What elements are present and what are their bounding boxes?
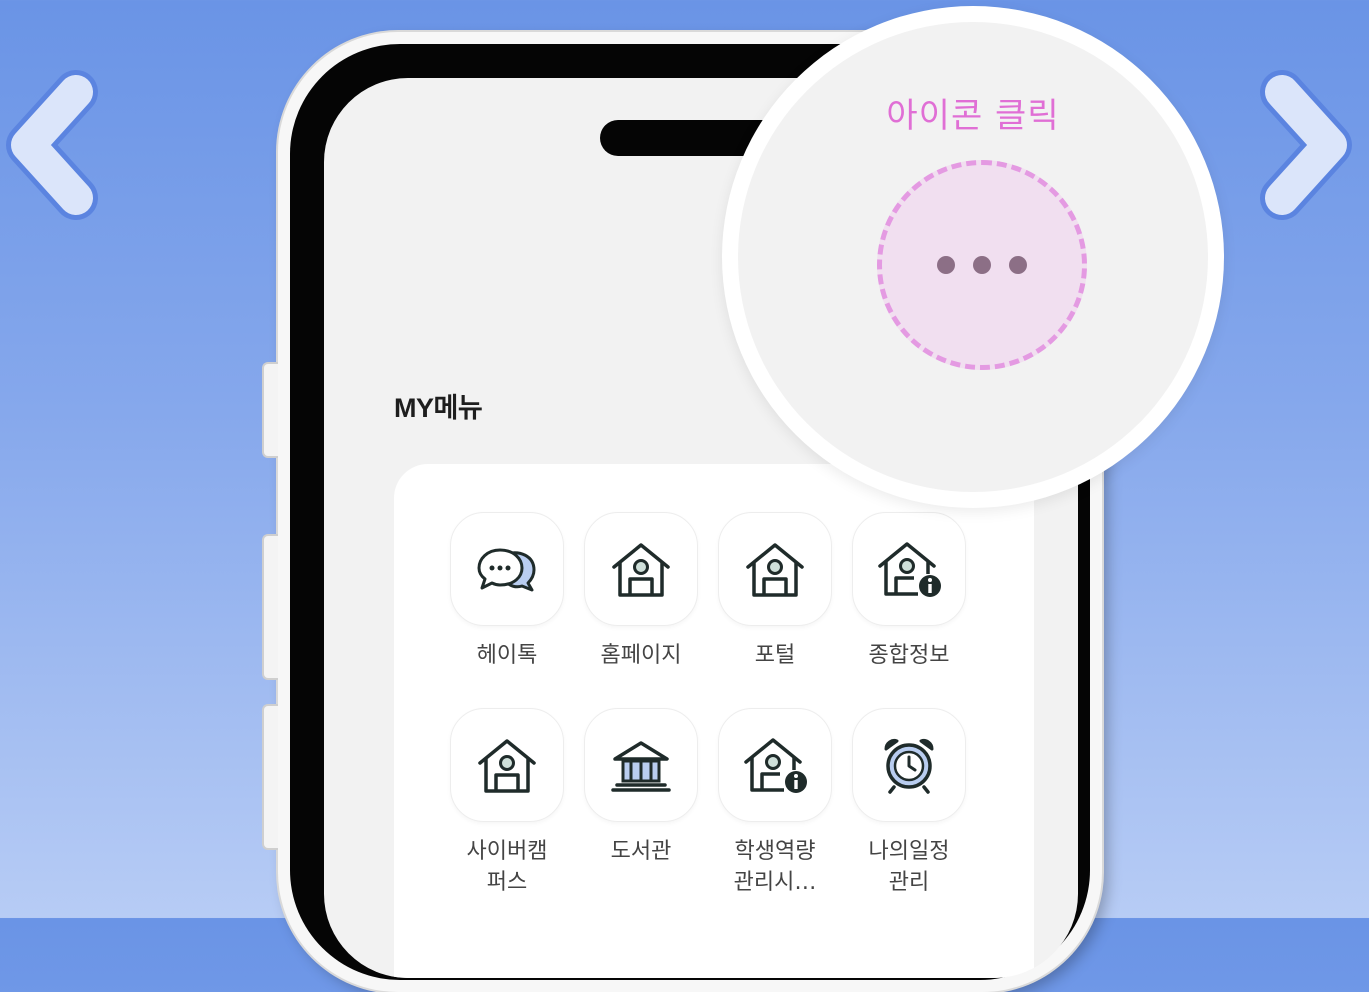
- menu-icon-tile: [450, 708, 564, 822]
- menu-icon-tile: [852, 512, 966, 626]
- menu-item-student-competency[interactable]: 학생역량 관리시…: [708, 708, 842, 898]
- more-dots-icon: [937, 256, 1027, 274]
- menu-icon-tile: [450, 512, 564, 626]
- menu-icon-tile: [584, 708, 698, 822]
- chevron-right-icon: [1260, 70, 1352, 220]
- menu-icon-tile: [584, 512, 698, 626]
- phone-volume-up-button: [262, 534, 278, 680]
- menu-item-my-schedule[interactable]: 나의일정 관리: [842, 708, 976, 898]
- menu-item-general-info[interactable]: 종합정보: [842, 512, 976, 671]
- library-icon: [611, 741, 671, 792]
- menu-item-label: 학생역량 관리시…: [733, 839, 817, 895]
- zoom-callout-inner: 아이콘 클릭: [738, 22, 1208, 492]
- more-options-button[interactable]: [877, 160, 1087, 370]
- menu-item-label: 사이버캠 퍼스: [466, 839, 548, 895]
- house-icon: [478, 739, 536, 793]
- menu-item-label: 종합정보: [868, 643, 950, 668]
- next-slide-button[interactable]: [1258, 70, 1354, 220]
- house-info-icon: [744, 738, 807, 793]
- house-info-icon: [878, 542, 941, 597]
- zoom-callout: 아이콘 클릭: [722, 6, 1224, 508]
- menu-icon-tile: [852, 708, 966, 822]
- my-menu-title: MY메뉴: [394, 393, 483, 423]
- chevron-left-icon: [6, 70, 98, 220]
- menu-icon-tile: [718, 512, 832, 626]
- house-icon: [612, 543, 670, 597]
- menu-item-library[interactable]: 도서관: [574, 708, 708, 867]
- callout-label: 아이콘 클릭: [886, 96, 1060, 136]
- phone-volume-down-button: [262, 704, 278, 850]
- menu-item-label: 홈페이지: [600, 643, 682, 668]
- menu-item-label: 포털: [754, 643, 796, 668]
- my-menu-card: 헤이톡 홈페이지 포털 종합정보 사이버캠 퍼스 도서관 학생역량 관리시… 나…: [394, 464, 1034, 978]
- phone-side-button: [262, 362, 278, 458]
- menu-item-cyber-campus[interactable]: 사이버캠 퍼스: [440, 708, 574, 898]
- prev-slide-button[interactable]: [4, 70, 100, 220]
- menu-item-label: 헤이톡: [476, 643, 538, 668]
- menu-item-homepage[interactable]: 홈페이지: [574, 512, 708, 671]
- menu-item-label: 나의일정 관리: [868, 839, 950, 895]
- chat-bubbles-icon: [477, 548, 536, 592]
- alarm-clock-icon: [884, 739, 934, 794]
- menu-item-heytalk[interactable]: 헤이톡: [440, 512, 574, 671]
- menu-item-label: 도서관: [610, 839, 672, 864]
- house-icon: [746, 543, 804, 597]
- menu-item-portal[interactable]: 포털: [708, 512, 842, 671]
- menu-icon-tile: [718, 708, 832, 822]
